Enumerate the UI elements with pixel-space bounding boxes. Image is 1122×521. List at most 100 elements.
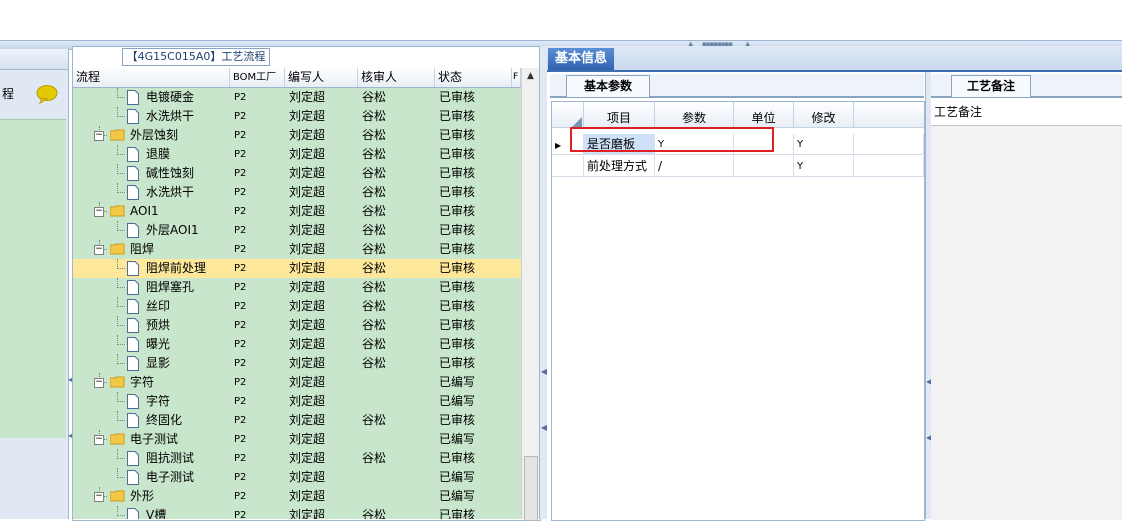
document-icon xyxy=(127,394,139,409)
author-cell: 刘定超 xyxy=(289,432,326,446)
reviewer-cell: 谷松 xyxy=(362,299,387,313)
tree-row[interactable]: − 电子测试 P2 刘定超 已编写 xyxy=(73,430,521,449)
tree-connector xyxy=(117,335,118,345)
tree-connector xyxy=(117,164,118,174)
tree-row[interactable]: 电镀硬金 P2 刘定超 谷松 已审核 xyxy=(73,88,521,107)
tree-row[interactable]: 外层AOI1 P2 刘定超 谷松 已审核 xyxy=(73,221,521,240)
author-cell: 刘定超 xyxy=(289,147,326,161)
column-header-process[interactable]: 流程 xyxy=(73,68,230,87)
grid-header-item[interactable]: 项目 xyxy=(584,102,655,128)
tree-row[interactable]: 阻焊塞孔 P2 刘定超 谷松 已审核 xyxy=(73,278,521,297)
grid-cell-modify[interactable]: Y xyxy=(794,134,854,155)
tree-scrollbar[interactable]: ▲ xyxy=(521,68,539,521)
tree-row[interactable]: 曝光 P2 刘定超 谷松 已审核 xyxy=(73,335,521,354)
tree-row[interactable]: 退膜 P2 刘定超 谷松 已审核 xyxy=(73,145,521,164)
reviewer-cell: 谷松 xyxy=(362,451,387,465)
tree-row[interactable]: V槽 P2 刘定超 谷松 已审核 xyxy=(73,506,521,519)
grid-header-unit[interactable]: 单位 xyxy=(734,102,794,128)
highlight-annotation-box xyxy=(570,127,774,152)
tree-connector xyxy=(117,183,118,193)
grid-row[interactable]: 前处理方式 / Y xyxy=(552,156,924,177)
collapse-node-icon[interactable]: − xyxy=(94,245,104,255)
collapse-node-icon[interactable]: − xyxy=(94,378,104,388)
tree-row[interactable]: 丝印 P2 刘定超 谷松 已审核 xyxy=(73,297,521,316)
tree-row[interactable]: 预烘 P2 刘定超 谷松 已审核 xyxy=(73,316,521,335)
basic-info-tabbar xyxy=(547,46,1122,72)
author-cell: 刘定超 xyxy=(289,166,326,180)
grid-cell-item[interactable]: 前处理方式 xyxy=(584,156,655,177)
tree-row[interactable]: 电子测试 P2 刘定超 已编写 xyxy=(73,468,521,487)
column-header-author[interactable]: 编写人 xyxy=(285,68,358,87)
tab-basic-params[interactable]: 基本参数 xyxy=(566,75,650,97)
tab-basic-info[interactable]: 基本信息 xyxy=(548,48,614,70)
author-cell: 刘定超 xyxy=(289,128,326,142)
tree-connector xyxy=(117,515,125,516)
author-cell: 刘定超 xyxy=(289,318,326,332)
tree-connector xyxy=(117,449,118,459)
scroll-up-arrow-icon[interactable]: ▲ xyxy=(522,68,539,85)
author-cell: 刘定超 xyxy=(289,337,326,351)
tree-row[interactable]: 字符 P2 刘定超 已编写 xyxy=(73,392,521,411)
column-header-f[interactable]: F xyxy=(512,68,521,87)
tree-connector xyxy=(117,192,125,193)
column-header-reviewer[interactable]: 核审人 xyxy=(358,68,435,87)
grid-header-param[interactable]: 参数 xyxy=(655,102,734,128)
bom-cell: P2 xyxy=(234,282,247,293)
collapse-node-icon[interactable]: − xyxy=(94,435,104,445)
status-cell: 已审核 xyxy=(439,280,476,294)
comment-icon[interactable] xyxy=(36,84,58,104)
document-icon xyxy=(127,299,139,314)
tree-node-label: 阻焊 xyxy=(130,242,155,256)
reviewer-cell: 谷松 xyxy=(362,128,387,142)
tree-node-label: 字符 xyxy=(130,375,155,389)
author-cell: 刘定超 xyxy=(289,413,326,427)
tree-row[interactable]: − 外形 P2 刘定超 已编写 xyxy=(73,487,521,506)
tree-node-label: 阻焊塞孔 xyxy=(146,280,195,294)
bom-cell: P2 xyxy=(234,396,247,407)
status-cell: 已审核 xyxy=(439,451,476,465)
collapse-node-icon[interactable]: − xyxy=(94,207,104,217)
tree-row[interactable]: − 阻焊 P2 刘定超 谷松 已审核 xyxy=(73,240,521,259)
status-cell: 已审核 xyxy=(439,166,476,180)
tree-connector xyxy=(117,306,125,307)
author-cell: 刘定超 xyxy=(289,185,326,199)
column-header-bom[interactable]: BOM工厂 xyxy=(230,68,285,87)
document-icon xyxy=(127,470,139,485)
tree-node-label: 外层蚀刻 xyxy=(130,128,179,142)
tree-connector xyxy=(117,154,125,155)
tree-row[interactable]: 水洗烘干 P2 刘定超 谷松 已审核 xyxy=(73,183,521,202)
column-header-status[interactable]: 状态 xyxy=(435,68,512,87)
tree-row[interactable]: 显影 P2 刘定超 谷松 已审核 xyxy=(73,354,521,373)
tree-node-label: 曝光 xyxy=(146,337,171,351)
collapse-node-icon[interactable]: − xyxy=(94,492,104,502)
tree-row[interactable]: 水洗烘干 P2 刘定超 谷松 已审核 xyxy=(73,107,521,126)
grid-cell-param[interactable]: / xyxy=(655,156,734,177)
tree-row[interactable]: − 字符 P2 刘定超 已编写 xyxy=(73,373,521,392)
scroll-thumb[interactable] xyxy=(524,456,538,521)
reviewer-cell: 谷松 xyxy=(362,185,387,199)
tree-node-label: 碱性蚀刻 xyxy=(146,166,195,180)
document-icon xyxy=(127,90,139,105)
tree-row[interactable]: − 外层蚀刻 P2 刘定超 谷松 已审核 xyxy=(73,126,521,145)
tree-node-label: 预烘 xyxy=(146,318,171,332)
author-cell: 刘定超 xyxy=(289,489,326,503)
bom-cell: P2 xyxy=(234,130,247,141)
tree-row[interactable]: 终固化 P2 刘定超 谷松 已审核 xyxy=(73,411,521,430)
tab-process-notes[interactable]: 工艺备注 xyxy=(951,75,1031,97)
reviewer-cell: 谷松 xyxy=(362,261,387,275)
grid-cell-modify[interactable]: Y xyxy=(794,156,854,177)
tree-connector xyxy=(117,506,118,516)
tree-row[interactable]: − AOI1 P2 刘定超 谷松 已审核 xyxy=(73,202,521,221)
tree-node-label: 电子测试 xyxy=(130,432,179,446)
collapse-node-icon[interactable]: − xyxy=(94,131,104,141)
grid-cell-unit[interactable] xyxy=(734,156,794,177)
bom-cell: P2 xyxy=(234,149,247,160)
notes-textarea[interactable] xyxy=(931,125,1122,520)
tree-connector xyxy=(117,107,118,117)
tree-row[interactable]: 碱性蚀刻 P2 刘定超 谷松 已审核 xyxy=(73,164,521,183)
corner-triangle-icon xyxy=(572,117,582,127)
tree-row-selected[interactable]: 阻焊前处理 P2 刘定超 谷松 已审核 xyxy=(73,259,521,278)
grid-header-modify[interactable]: 修改 xyxy=(794,102,854,128)
tree-row[interactable]: 阻抗测试 P2 刘定超 谷松 已审核 xyxy=(73,449,521,468)
left-panel-header xyxy=(0,49,68,70)
